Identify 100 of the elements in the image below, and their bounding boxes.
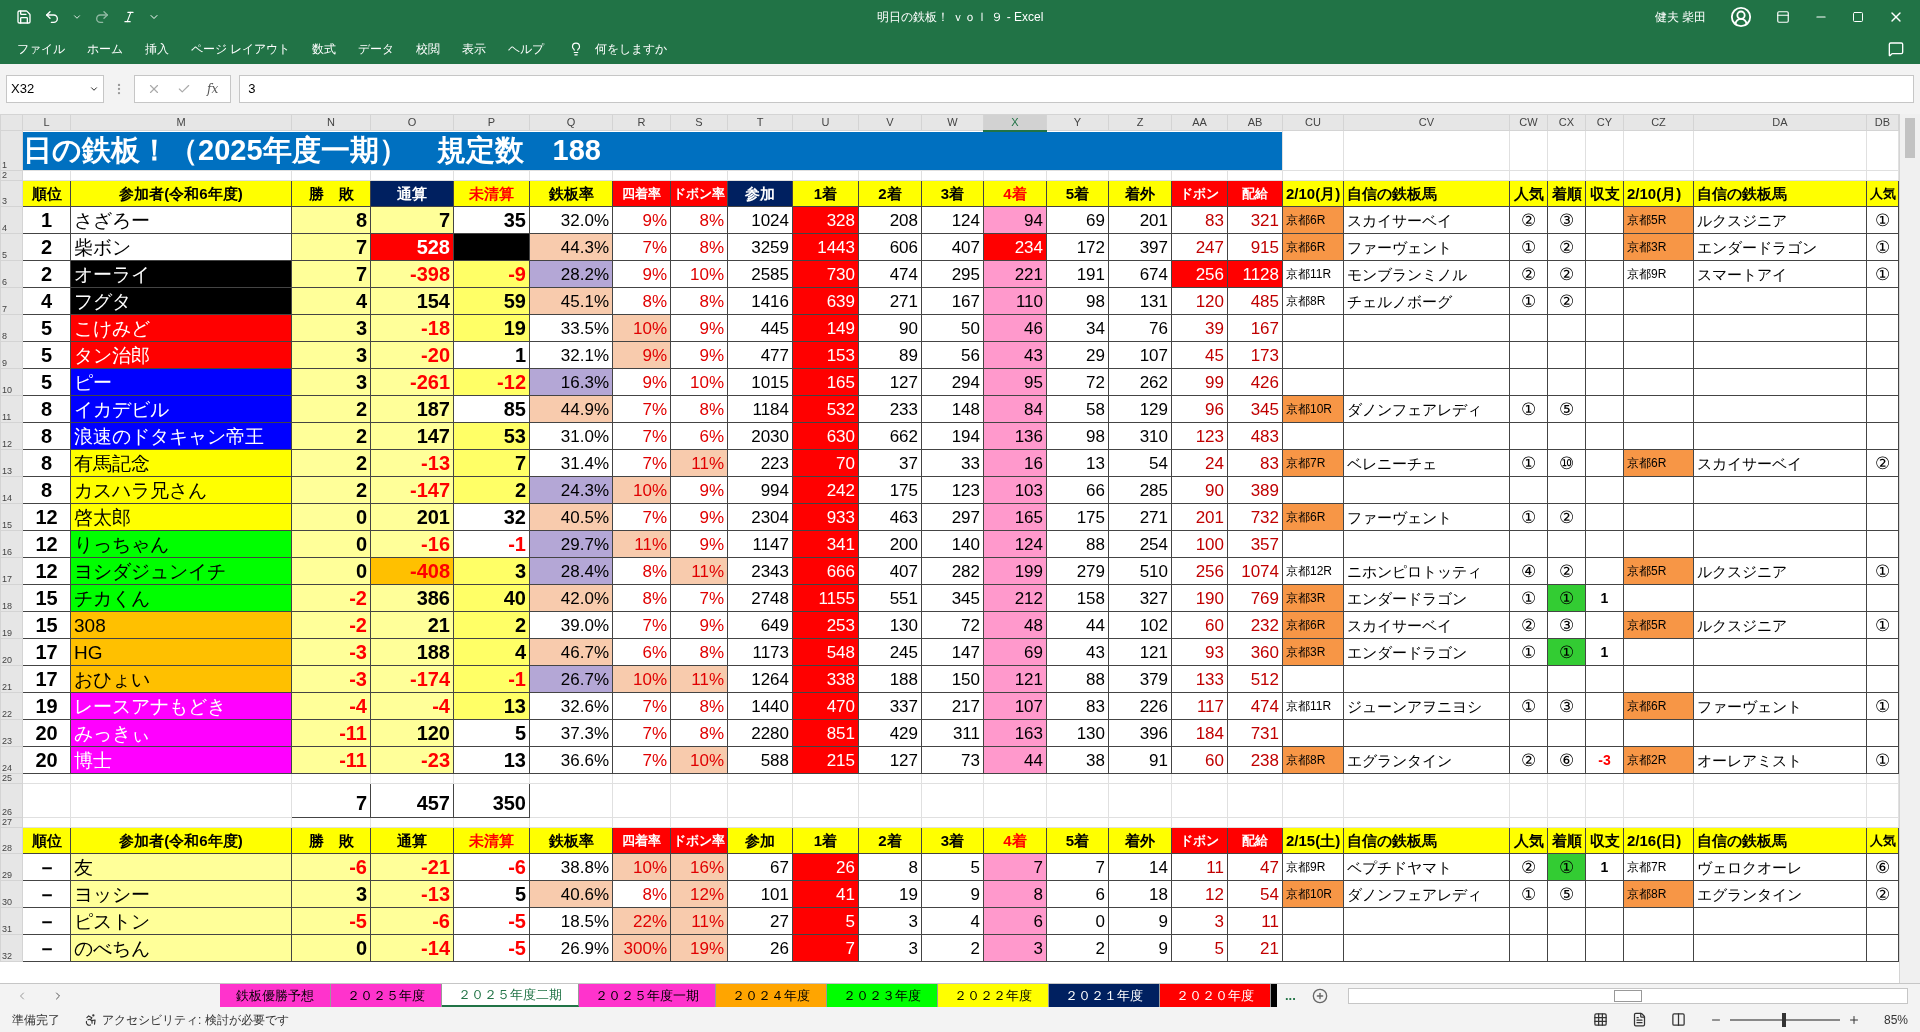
name-box[interactable]: X32 bbox=[6, 75, 104, 103]
table-cell: 175 bbox=[858, 476, 922, 504]
sheet-tab[interactable]: ２０２３年度 bbox=[827, 984, 938, 1007]
column-header[interactable]: M bbox=[70, 114, 292, 131]
column-header[interactable]: DA bbox=[1693, 114, 1867, 131]
column-header[interactable]: CX bbox=[1547, 114, 1586, 131]
tell-me-field[interactable]: 何をしますか bbox=[587, 40, 676, 58]
column-header[interactable]: AB bbox=[1227, 114, 1283, 131]
column-header[interactable]: P bbox=[453, 114, 530, 131]
table-cell: 13 bbox=[1046, 449, 1109, 477]
column-header[interactable]: S bbox=[670, 114, 728, 131]
undo-icon[interactable] bbox=[44, 9, 60, 25]
table-cell: 165 bbox=[792, 368, 859, 396]
italic-icon[interactable] bbox=[122, 10, 136, 24]
column-header[interactable]: CV bbox=[1343, 114, 1510, 131]
column-header[interactable]: CY bbox=[1585, 114, 1624, 131]
table-cell: エンダードラゴン bbox=[1343, 638, 1510, 666]
ribbon-tab[interactable]: 数式 bbox=[303, 40, 346, 58]
table-cell: 0 bbox=[291, 503, 371, 531]
more-sheets-button[interactable]: ... bbox=[1277, 985, 1304, 1006]
ribbon-tab[interactable]: 校閲 bbox=[407, 40, 450, 58]
column-header[interactable]: DB bbox=[1866, 114, 1899, 131]
sheet-tab[interactable]: ２０２４年度 bbox=[716, 984, 827, 1007]
sheet-tab[interactable]: ２０２１年度 bbox=[1049, 984, 1160, 1007]
column-heading: 鉄板率 bbox=[529, 827, 613, 854]
vertical-scrollbar[interactable] bbox=[1899, 114, 1920, 983]
page-break-icon[interactable] bbox=[1670, 1012, 1686, 1027]
sheet-tab[interactable]: ２０２０年度 bbox=[1160, 984, 1271, 1007]
sheet-tab[interactable]: ２０２５年度二期 bbox=[442, 984, 579, 1007]
table-cell: -9 bbox=[453, 260, 530, 288]
column-header[interactable]: T bbox=[727, 114, 793, 131]
column-header[interactable]: CU bbox=[1282, 114, 1344, 131]
table-cell: 528 bbox=[370, 233, 454, 261]
table-cell: ② bbox=[1509, 853, 1548, 881]
avatar-icon[interactable] bbox=[1730, 6, 1752, 28]
table-cell: 1416 bbox=[727, 287, 793, 315]
insert-function-button[interactable]: fx bbox=[207, 80, 219, 98]
ribbon-tab[interactable]: ファイル bbox=[8, 40, 74, 58]
ribbon-display-icon[interactable] bbox=[1776, 10, 1790, 24]
new-sheet-icon[interactable] bbox=[1311, 987, 1328, 1004]
normal-view-icon[interactable] bbox=[1592, 1012, 1608, 1027]
column-header[interactable]: CZ bbox=[1623, 114, 1694, 131]
column-header[interactable]: X bbox=[983, 114, 1047, 131]
horizontal-scrollbar[interactable] bbox=[1347, 987, 1908, 1004]
column-header[interactable]: AA bbox=[1171, 114, 1228, 131]
table-cell: 129 bbox=[1108, 395, 1172, 423]
table-cell: 429 bbox=[858, 719, 922, 747]
table-cell: 606 bbox=[858, 233, 922, 261]
column-header[interactable]: Q bbox=[529, 114, 613, 131]
zoom-level[interactable]: 85% bbox=[1883, 1010, 1908, 1029]
ribbon-tab[interactable]: ページ レイアウト bbox=[182, 40, 300, 58]
column-header[interactable]: L bbox=[22, 114, 71, 131]
maximize-icon[interactable] bbox=[1852, 11, 1864, 23]
sheet-tab[interactable]: ２０２５年度 bbox=[331, 984, 442, 1007]
sheet-tab[interactable]: 鉄板優勝予想 bbox=[220, 984, 331, 1007]
table-cell: 5 bbox=[792, 907, 859, 935]
save-icon[interactable] bbox=[16, 9, 32, 25]
accessibility-status[interactable]: アクセシビリティ: 検討が必要です bbox=[102, 1010, 289, 1029]
ribbon-tab[interactable]: 挿入 bbox=[136, 40, 178, 58]
table-cell: -23 bbox=[370, 746, 454, 774]
formula-input[interactable]: 3 bbox=[239, 75, 1914, 103]
table-cell: りっちゃん bbox=[70, 530, 292, 558]
zoom-in-icon[interactable] bbox=[1847, 1013, 1860, 1026]
comments-icon[interactable] bbox=[1888, 41, 1904, 57]
table-cell: ダノンフェアレディ bbox=[1343, 880, 1510, 908]
caret-icon[interactable] bbox=[72, 12, 82, 22]
page-layout-icon[interactable] bbox=[1631, 1012, 1647, 1027]
table-cell: -3 bbox=[291, 665, 371, 693]
table-cell: 158 bbox=[1046, 584, 1109, 612]
table-cell: ① bbox=[1866, 206, 1899, 234]
sheet-tab[interactable]: ２０２２年度 bbox=[938, 984, 1049, 1007]
table-cell: 215 bbox=[792, 746, 859, 774]
ribbon-tab[interactable]: データ bbox=[349, 40, 404, 58]
column-header[interactable]: W bbox=[921, 114, 984, 131]
table-cell: 5 bbox=[22, 314, 71, 342]
column-header[interactable]: R bbox=[612, 114, 671, 131]
column-header[interactable]: CW bbox=[1509, 114, 1548, 131]
column-header[interactable]: O bbox=[370, 114, 454, 131]
sheet-tab[interactable]: ２０２５年度一期 bbox=[579, 984, 716, 1007]
table-cell: 386 bbox=[370, 584, 454, 612]
table-cell: 41 bbox=[792, 880, 859, 908]
table-cell: チェルノボーグ bbox=[1343, 287, 1510, 315]
table-cell: 2280 bbox=[727, 719, 793, 747]
column-header[interactable]: Z bbox=[1108, 114, 1172, 131]
column-header[interactable]: N bbox=[291, 114, 371, 131]
column-header[interactable]: U bbox=[792, 114, 859, 131]
ribbon-tab[interactable]: 表示 bbox=[453, 40, 496, 58]
table-cell: － bbox=[22, 853, 71, 881]
ribbon-tab[interactable]: ヘルプ bbox=[499, 40, 554, 58]
table-cell: 2343 bbox=[727, 557, 793, 585]
table-cell: -5 bbox=[453, 907, 530, 935]
ribbon-tab[interactable]: ホーム bbox=[78, 40, 132, 58]
table-cell: 45.1% bbox=[529, 287, 613, 315]
column-header[interactable]: Y bbox=[1046, 114, 1109, 131]
table-cell: 639 bbox=[792, 287, 859, 315]
table-cell: ベプチドヤマト bbox=[1343, 853, 1510, 881]
column-header[interactable]: V bbox=[858, 114, 922, 131]
table-cell: 友 bbox=[70, 853, 292, 881]
zoom-slider-thumb[interactable] bbox=[1781, 1012, 1786, 1027]
column-heading: 勝 敗 bbox=[291, 180, 371, 207]
